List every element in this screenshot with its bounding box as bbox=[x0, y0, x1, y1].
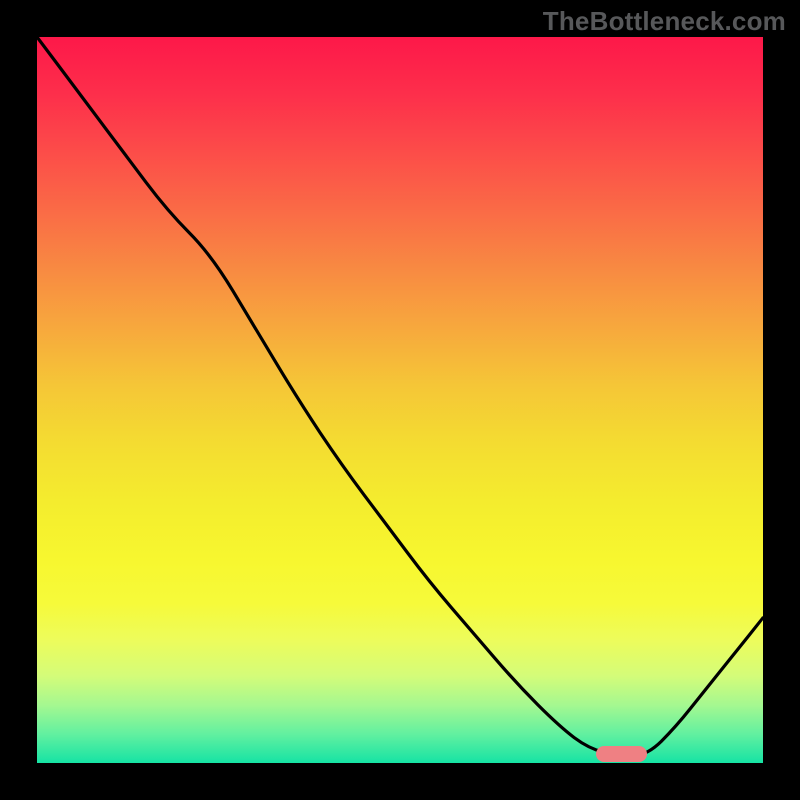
plot-area bbox=[37, 37, 763, 763]
bottleneck-curve bbox=[37, 37, 763, 763]
watermark: TheBottleneck.com bbox=[543, 6, 786, 37]
chart-container: TheBottleneck.com bbox=[0, 0, 800, 800]
curve-path bbox=[37, 37, 763, 756]
optimal-range-marker bbox=[596, 746, 647, 762]
